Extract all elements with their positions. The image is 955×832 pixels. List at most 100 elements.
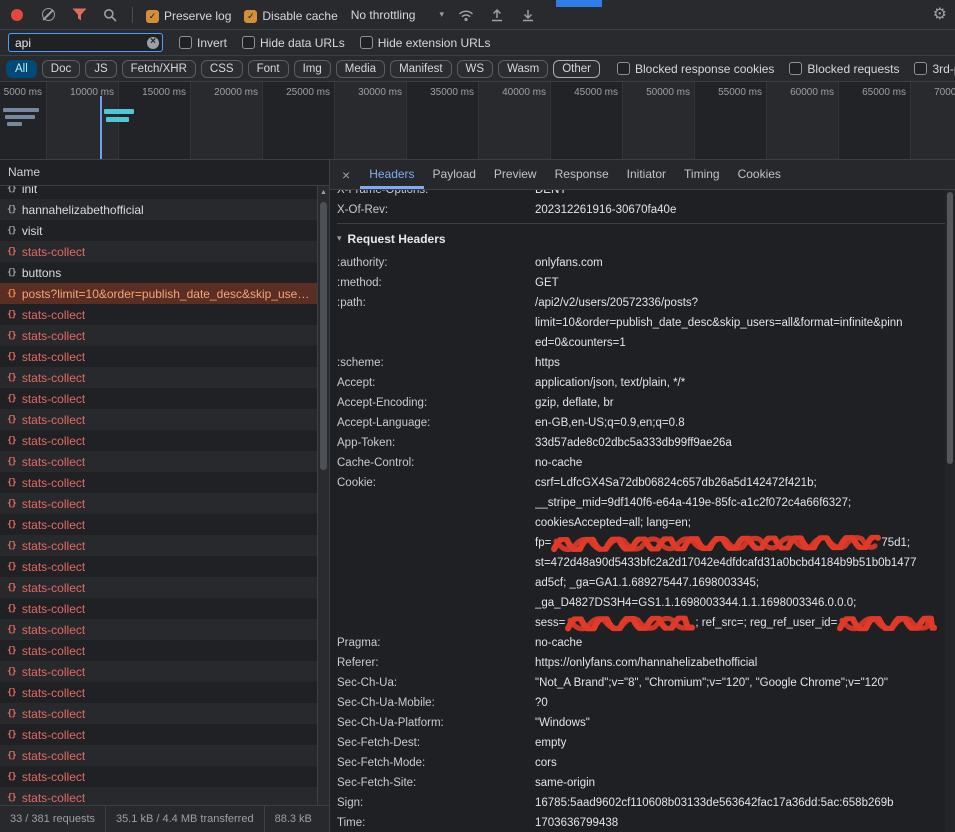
details-scrollbar-thumb[interactable] [947,192,953,464]
requests-scrollbar[interactable]: ▲ [317,186,329,805]
request-row-stats-collect[interactable]: {}stats-collect [0,745,317,766]
filter-chip-js[interactable]: JS [85,60,116,78]
request-row-stats-collect[interactable]: {}stats-collect [0,472,317,493]
filter-chip-css[interactable]: CSS [201,60,243,78]
request-row-stats-collect[interactable]: {}stats-collect [0,724,317,745]
details-tab-response[interactable]: Response [546,160,618,189]
throttling-dropdown[interactable]: No throttling ▾ [351,8,444,22]
name-column-header[interactable]: Name [0,160,329,186]
hide-data-urls[interactable]: Hide data URLs [242,36,345,50]
header-name: Accept-Encoding: [337,393,535,413]
timeline-label: 10000 ms [46,87,114,98]
request-row-hannahelizabethofficial[interactable]: {}hannahelizabethofficial [0,199,317,220]
filter-chip-doc[interactable]: Doc [42,60,80,78]
request-row-posts-limit-10-order-publish-d[interactable]: {}posts?limit=10&order=publish_date_desc… [0,283,317,304]
request-name: stats-collect [22,329,85,343]
request-row-stats-collect[interactable]: {}stats-collect [0,346,317,367]
disable-cache-checkbox[interactable]: ✓ [244,10,257,23]
blocked-requests[interactable]: Blocked requests [789,62,899,76]
scroll-up-icon[interactable]: ▲ [318,189,329,196]
request-row-buttons[interactable]: {}buttons [0,262,317,283]
request-row-stats-collect[interactable]: {}stats-collect [0,598,317,619]
details-tab-cookies[interactable]: Cookies [729,160,790,189]
settings-button[interactable]: ⚙ [933,7,947,23]
request-row-stats-collect[interactable]: {}stats-collect [0,388,317,409]
request-row-stats-collect[interactable]: {}stats-collect [0,766,317,787]
request-row-stats-collect[interactable]: {}stats-collect [0,577,317,598]
close-details-button[interactable]: × [332,167,360,183]
filter-input[interactable] [8,33,163,52]
hide-extension-urls-checkbox[interactable] [360,36,373,49]
details-tab-timing[interactable]: Timing [675,160,729,189]
record-button[interactable] [8,6,26,24]
request-row-stats-collect[interactable]: {}stats-collect [0,514,317,535]
request-row-stats-collect[interactable]: {}stats-collect [0,682,317,703]
request-row-stats-collect[interactable]: {}stats-collect [0,493,317,514]
request-row-stats-collect[interactable]: {}stats-collect [0,661,317,682]
blocked-requests-checkbox[interactable] [789,62,802,75]
header-name: Sec-Ch-Ua-Platform: [337,713,535,733]
invert[interactable]: Invert [179,36,227,50]
hide-data-urls-checkbox[interactable] [242,36,255,49]
header-value: 16785:5aad9602cf110608b03133de563642fac1… [535,793,945,813]
request-row-stats-collect[interactable]: {}stats-collect [0,640,317,661]
fetch-xhr-icon: {} [7,373,16,383]
blocked-response-cookies[interactable]: Blocked response cookies [617,62,774,76]
3rd-party-requests-checkbox[interactable] [914,62,927,75]
request-row-stats-collect[interactable]: {}stats-collect [0,367,317,388]
details-tab-preview[interactable]: Preview [485,160,546,189]
hide-extension-urls[interactable]: Hide extension URLs [360,36,491,50]
disable-cache[interactable]: ✓ Disable cache [244,9,337,23]
clear-filter-button[interactable]: × [147,37,159,49]
filter-chip-ws[interactable]: WS [457,60,494,78]
timeline-overview[interactable]: 5000 ms10000 ms15000 ms20000 ms25000 ms3… [0,82,955,160]
filter-chip-fetch-xhr[interactable]: Fetch/XHR [122,60,196,78]
preserve-log[interactable]: ✓Preserve log [146,9,231,23]
preserve-log-checkbox[interactable]: ✓ [146,10,159,23]
request-row-stats-collect[interactable]: {}stats-collect [0,787,317,805]
clear-button[interactable] [39,6,57,24]
details-scrollbar[interactable] [945,190,955,832]
chevron-down-icon: ▾ [439,10,444,19]
filter-chip-wasm[interactable]: Wasm [498,60,548,78]
header-name: Sec-Ch-Ua: [337,673,535,693]
request-row-stats-collect[interactable]: {}stats-collect [0,451,317,472]
request-row-stats-collect[interactable]: {}stats-collect [0,556,317,577]
request-row-stats-collect[interactable]: {}stats-collect [0,703,317,724]
filter-chip-img[interactable]: Img [294,60,331,78]
toolbar-divider [132,7,133,23]
3rd-party-requests[interactable]: 3rd-party requests [914,62,955,76]
disable-cache-slot: ✓ Disable cache [244,6,337,24]
blocked-response-cookies-checkbox[interactable] [617,62,630,75]
filter-chip-font[interactable]: Font [248,60,289,78]
request-row-stats-collect[interactable]: {}stats-collect [0,241,317,262]
timeline-label: 30000 ms [334,87,402,98]
fetch-xhr-icon: {} [7,226,16,236]
request-row-stats-collect[interactable]: {}stats-collect [0,535,317,556]
request-row-stats-collect[interactable]: {}stats-collect [0,619,317,640]
request-headers-section[interactable]: ▾ Request Headers [337,223,945,253]
export-har-button[interactable] [519,6,537,24]
requests-scrollbar-thumb[interactable] [320,202,327,470]
details-tab-initiator[interactable]: Initiator [618,160,675,189]
request-row-stats-collect[interactable]: {}stats-collect [0,409,317,430]
request-row-stats-collect[interactable]: {}stats-collect [0,325,317,346]
search-button[interactable] [101,6,119,24]
import-har-button[interactable] [488,6,506,24]
request-name: stats-collect [22,455,85,469]
request-row-visit[interactable]: {}visit [0,220,317,241]
details-tab-payload[interactable]: Payload [424,160,485,189]
filter-chip-other[interactable]: Other [553,60,600,78]
filter-chip-all[interactable]: All [6,60,37,78]
request-row-stats-collect[interactable]: {}stats-collect [0,304,317,325]
filter-chip-media[interactable]: Media [336,60,385,78]
invert-checkbox[interactable] [179,36,192,49]
filter-chip-manifest[interactable]: Manifest [390,60,451,78]
request-row-init[interactable]: {}init [0,186,317,199]
disable-cache-label: Disable cache [262,9,337,23]
clear-icon [42,8,55,21]
details-tab-headers[interactable]: Headers [360,160,423,189]
network-conditions-button[interactable] [457,6,475,24]
filter-toggle-button[interactable] [70,6,88,24]
request-row-stats-collect[interactable]: {}stats-collect [0,430,317,451]
